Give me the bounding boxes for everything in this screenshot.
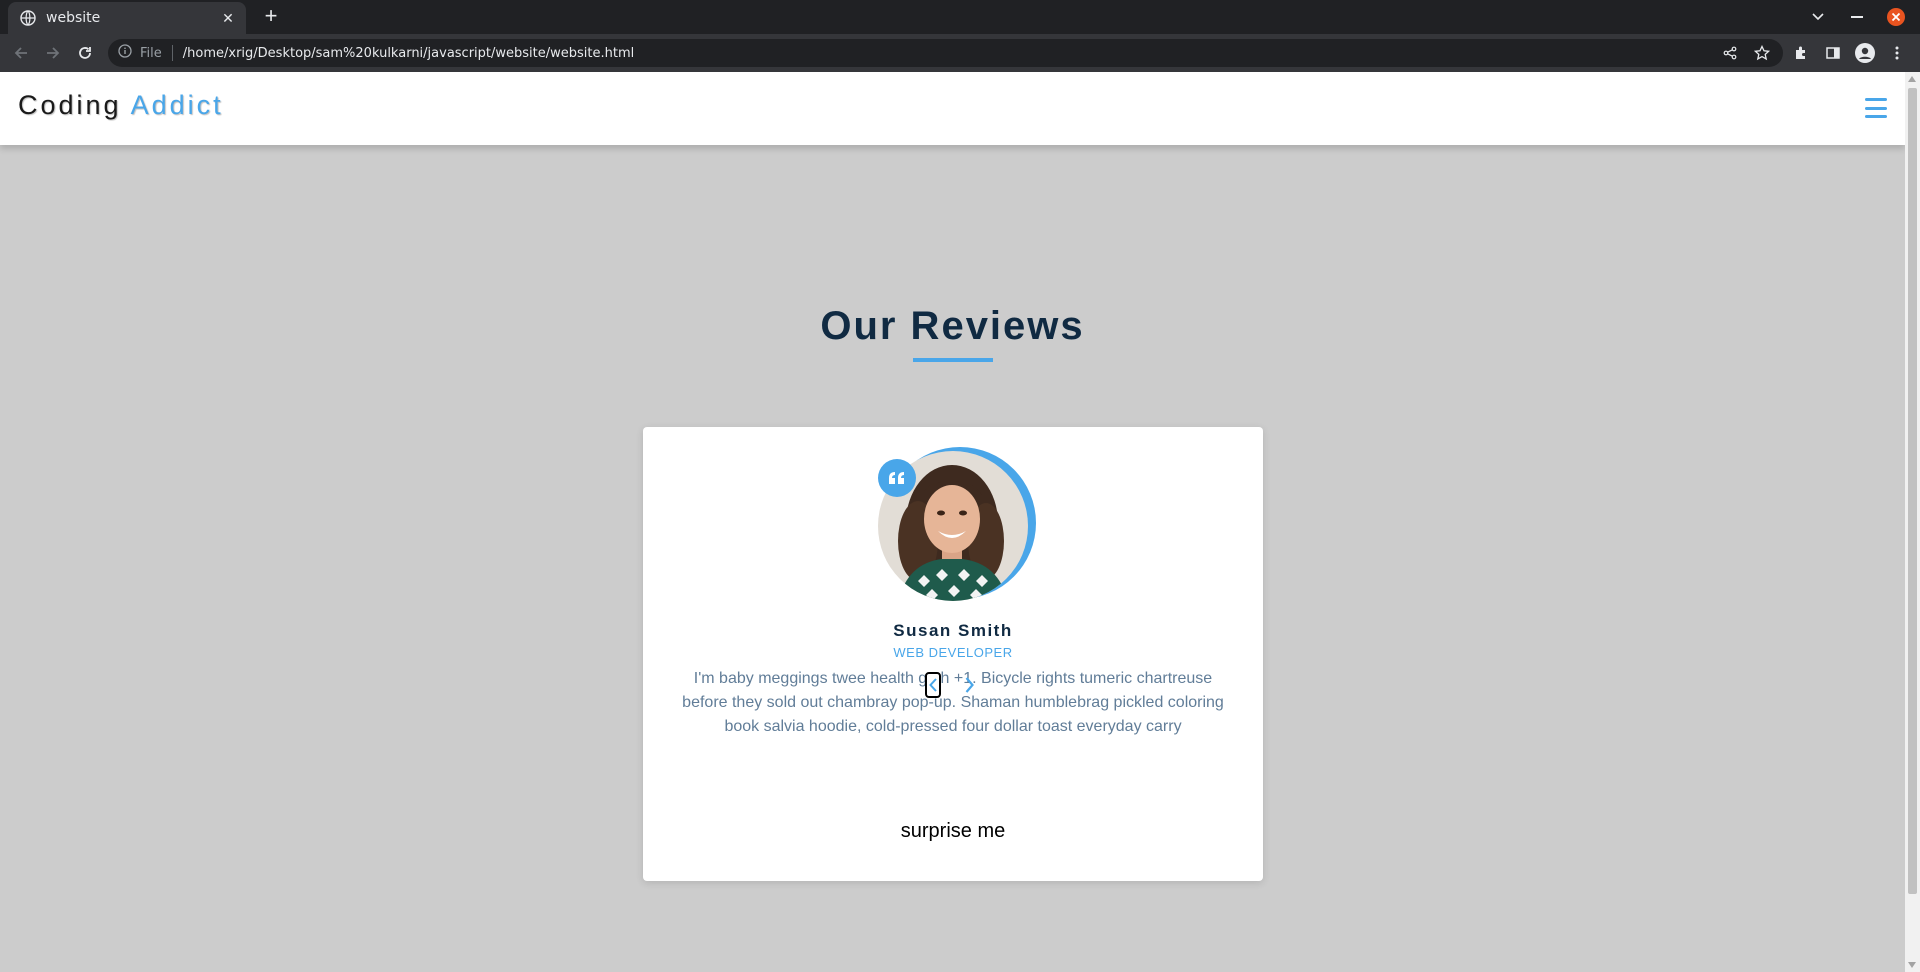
back-icon[interactable] [11, 43, 31, 63]
tab-close-icon[interactable]: ✕ [220, 10, 236, 26]
browser-menu-icon[interactable] [1887, 43, 1907, 63]
chevron-right-icon [965, 677, 974, 693]
info-icon[interactable] [118, 43, 132, 63]
browser-tab[interactable]: website ✕ [8, 2, 246, 34]
page-viewport: Coding Addict Our Reviews Susan Smith WE… [0, 72, 1905, 972]
next-review-button[interactable] [961, 674, 977, 696]
section-title-wrap: Our Reviews [0, 304, 1905, 349]
review-card: Susan Smith web developer I'm baby meggi… [643, 427, 1263, 881]
scroll-down-icon[interactable] [1908, 962, 1916, 968]
forward-icon[interactable] [43, 43, 63, 63]
review-image-container [878, 447, 1038, 605]
window-close-button[interactable] [1886, 7, 1906, 27]
review-author: Susan Smith [893, 621, 1013, 640]
scroll-up-icon[interactable] [1908, 76, 1916, 82]
scrollbar-thumb[interactable] [1908, 88, 1917, 894]
globe-icon [20, 10, 36, 26]
site-logo[interactable]: Coding Addict [18, 90, 224, 121]
bookmark-star-icon[interactable] [1752, 43, 1772, 63]
hamburger-icon[interactable] [1865, 98, 1887, 118]
reload-icon[interactable] [75, 43, 95, 63]
browser-toolbar: File /home/xrig/Desktop/sam%20kulkarni/j… [0, 34, 1920, 72]
browser-tabbar: website ✕ + [0, 0, 1920, 34]
omnibox-divider [171, 45, 173, 61]
side-panel-icon[interactable] [1823, 43, 1843, 63]
address-bar[interactable]: File /home/xrig/Desktop/sam%20kulkarni/j… [108, 39, 1783, 67]
title-underline [913, 358, 993, 362]
logo-word-addict: Addict [130, 90, 224, 120]
page-scrollbar[interactable] [1905, 72, 1920, 972]
review-job-title: web developer [893, 645, 1013, 660]
quote-icon [878, 459, 916, 497]
minimize-icon[interactable] [1847, 7, 1867, 27]
prev-review-button[interactable] [925, 672, 941, 698]
scheme-label: File [140, 45, 162, 61]
profile-avatar-icon[interactable] [1855, 43, 1875, 63]
navbar: Coding Addict [0, 72, 1905, 145]
tab-search-icon[interactable] [1808, 7, 1828, 27]
url-text[interactable]: /home/xrig/Desktop/sam%20kulkarni/javasc… [183, 46, 634, 61]
surprise-me-button[interactable]: surprise me [643, 820, 1263, 843]
extensions-icon[interactable] [1791, 43, 1811, 63]
review-text: I'm baby meggings twee health goth +1. B… [682, 670, 1224, 735]
share-icon[interactable] [1720, 43, 1740, 63]
logo-word-coding: Coding [18, 90, 122, 120]
section-title: Our Reviews [820, 304, 1085, 348]
chevron-left-icon [929, 678, 937, 692]
tab-title: website [46, 10, 101, 26]
new-tab-button[interactable]: + [260, 5, 282, 28]
